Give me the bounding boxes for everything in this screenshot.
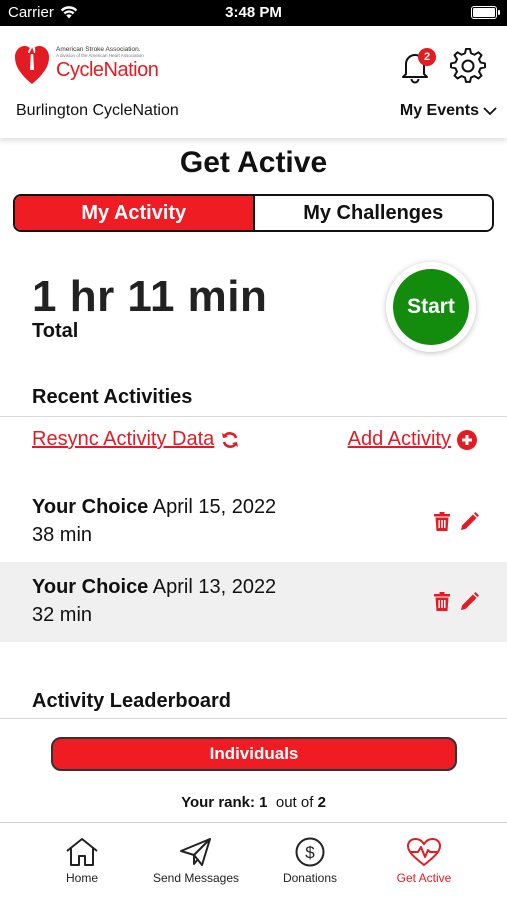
tab-get-active-label: Get Active bbox=[396, 871, 452, 885]
cyclenation-logo: American Stroke Association. A division … bbox=[14, 42, 159, 86]
activity-title: Your Choice April 13, 2022 bbox=[32, 576, 276, 599]
tab-donations[interactable]: $ Donations bbox=[253, 823, 367, 900]
recent-activities-title: Recent Activities bbox=[32, 386, 193, 408]
notification-badge: 2 bbox=[418, 48, 436, 66]
rank-value: 1 bbox=[259, 794, 268, 811]
tab-send-messages[interactable]: Send Messages bbox=[139, 823, 253, 900]
battery-icon bbox=[471, 6, 500, 19]
activity-type: Your Choice bbox=[32, 576, 149, 598]
tab-send-messages-label: Send Messages bbox=[152, 871, 240, 885]
rank-total: 2 bbox=[317, 794, 326, 811]
event-name: Burlington CycleNation bbox=[16, 102, 179, 119]
total-label: Total bbox=[32, 320, 79, 342]
add-activity-link[interactable]: Add Activity bbox=[348, 428, 477, 451]
logo-association-text: American Stroke Association. bbox=[56, 46, 141, 53]
home-icon bbox=[66, 838, 98, 866]
dollar-circle-icon: $ bbox=[295, 837, 325, 867]
page-title: Get Active bbox=[179, 146, 328, 179]
pencil-icon[interactable] bbox=[460, 512, 479, 531]
tab-my-activity[interactable]: My Activity bbox=[15, 196, 253, 230]
status-bar: Carrier 3:48 PM bbox=[0, 0, 507, 26]
out-of-label: out of bbox=[275, 794, 314, 811]
activity-tabs: My Activity My Challenges bbox=[13, 194, 494, 232]
add-activity-label: Add Activity bbox=[347, 428, 451, 450]
resync-activity-link[interactable]: Resync Activity Data bbox=[32, 428, 240, 451]
heart-pulse-icon bbox=[406, 837, 442, 867]
paper-plane-icon bbox=[180, 838, 211, 866]
activity-row[interactable]: Your Choice April 15, 2022 38 min bbox=[0, 482, 507, 562]
rank-label: Your rank: bbox=[181, 794, 255, 811]
pencil-icon[interactable] bbox=[460, 592, 479, 611]
logo-brand-text: CycleNation bbox=[56, 59, 159, 81]
leaderboard-title: Activity Leaderboard bbox=[32, 690, 231, 712]
activity-links: Resync Activity Data Add Activity bbox=[0, 428, 507, 458]
chevron-down-icon bbox=[483, 107, 497, 116]
activity-type: Your Choice bbox=[32, 496, 149, 518]
activity-title: Your Choice April 15, 2022 bbox=[32, 496, 276, 519]
tab-my-challenges[interactable]: My Challenges bbox=[252, 196, 492, 230]
clock: 3:48 PM bbox=[225, 4, 282, 21]
heart-torch-logo-icon bbox=[15, 43, 49, 84]
individuals-button[interactable]: Individuals bbox=[51, 737, 457, 771]
resync-label: Resync Activity Data bbox=[32, 428, 215, 450]
activity-date: April 15, 2022 bbox=[152, 496, 277, 518]
my-events-dropdown[interactable]: My Events bbox=[400, 102, 497, 120]
gear-icon[interactable] bbox=[450, 48, 486, 84]
divider bbox=[0, 416, 507, 417]
tab-home-label: Home bbox=[65, 871, 98, 885]
activity-actions bbox=[434, 512, 479, 531]
app-header: American Stroke Association. A division … bbox=[0, 26, 507, 138]
trash-icon[interactable] bbox=[434, 592, 450, 611]
start-button[interactable]: Start bbox=[393, 269, 469, 345]
tab-donations-label: Donations bbox=[282, 871, 338, 885]
activity-date: April 13, 2022 bbox=[152, 576, 277, 598]
svg-text:$: $ bbox=[305, 843, 315, 862]
activity-duration: 32 min bbox=[32, 604, 93, 626]
rank-summary: Your rank: 1 out of 2 bbox=[0, 794, 507, 811]
activity-row[interactable]: Your Choice April 13, 2022 32 min bbox=[0, 562, 507, 642]
refresh-icon bbox=[222, 431, 239, 448]
divider bbox=[0, 718, 507, 719]
activity-duration: 38 min bbox=[32, 524, 93, 546]
my-events-label: My Events bbox=[399, 102, 479, 119]
tab-home[interactable]: Home bbox=[25, 823, 139, 900]
plus-circle-icon bbox=[457, 429, 477, 450]
activity-actions bbox=[434, 592, 479, 611]
total-time: 1 hr 11 min bbox=[32, 272, 268, 321]
tab-get-active[interactable]: Get Active bbox=[367, 823, 481, 900]
trash-icon[interactable] bbox=[434, 512, 450, 531]
bottom-tab-bar: Home Send Messages $ Donations Get Activ… bbox=[0, 822, 507, 900]
